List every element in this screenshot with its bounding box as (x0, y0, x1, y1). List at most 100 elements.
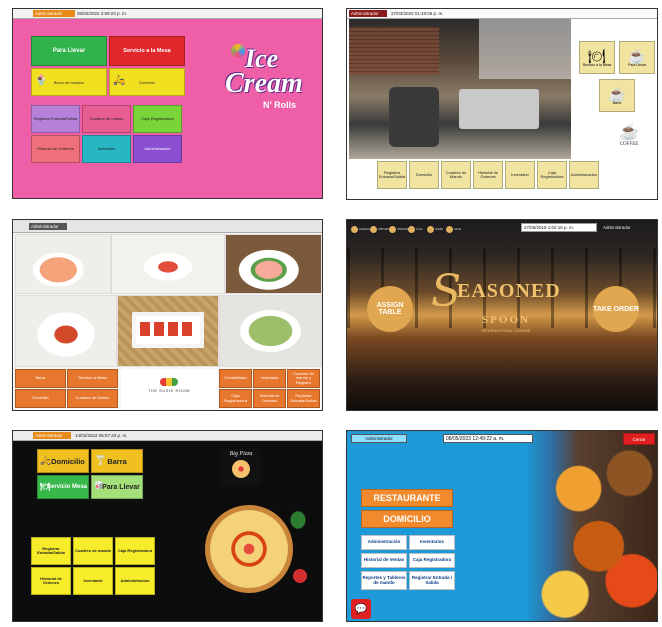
sushi-left-button-2[interactable]: Domicilio (15, 389, 66, 408)
servicio-mesa-button[interactable]: 🍽 Servicio Mesa (37, 475, 89, 499)
coffee-toolbar-button-1[interactable]: Domicilio (409, 161, 439, 189)
coffee-cup-icon: ☕ (628, 47, 646, 64)
cuadres-button[interactable]: Cuadres de mando (73, 537, 113, 565)
historial-button[interactable]: Historial de Ordenes (31, 567, 71, 595)
sushi-right-button-4[interactable]: Historial de Ordenes (253, 389, 286, 408)
registrar-button[interactable]: Registrar Entrada / Salida (409, 571, 455, 590)
seasoned-icon-button-5[interactable]: SALIR (446, 223, 464, 235)
coffee-toolbar-button-0[interactable]: Registrar Entrada/Salida (377, 161, 407, 189)
steaming-cup-icon: ☕ (619, 124, 639, 141)
seasoned-icon-button-1[interactable]: HISTORIAL (370, 223, 391, 235)
sushi-right-button-0[interactable]: Contabilidad (219, 369, 252, 388)
barra-label: Barra (612, 100, 622, 105)
historial-button[interactable]: Historial de Ventas (361, 553, 407, 568)
sushi-right-button-1[interactable]: Inventario (253, 369, 286, 388)
inventarios-button[interactable]: Inventario (73, 567, 113, 595)
administracion-button[interactable]: Administración (115, 567, 155, 595)
cuadres-button[interactable]: Cuadres de mando (82, 105, 131, 133)
admin-tag[interactable]: Administrador (351, 434, 407, 443)
sushi-photo-6 (219, 295, 322, 367)
coffee-toolbar-button-4[interactable]: Inventario (505, 161, 535, 189)
sushi-left-button-1[interactable]: Servicio a Mesa (67, 369, 118, 388)
sushi-right-button-3[interactable]: Caja Registradora (219, 389, 252, 408)
coffee-toolbar-button-5[interactable]: Caja Registradora (537, 161, 567, 189)
administracion-button[interactable]: Administración (361, 535, 407, 550)
para-llevar-button[interactable]: Para Llevar (31, 36, 107, 66)
reportes-button[interactable]: Reportes y Tableros de mando (361, 571, 407, 590)
datetime: 27/03/2020 01:48:06 p. m. (391, 11, 444, 16)
sushi-right-button-2[interactable]: Cuadres de mando y Registro (287, 369, 320, 388)
domicilio-button[interactable]: 🛵 Domicilio (37, 449, 89, 473)
administracion-button[interactable]: Administración (133, 135, 182, 163)
para-llevar-button[interactable]: 🥡 Para Llevar (91, 475, 143, 499)
admin-tag[interactable]: Administrador (33, 432, 71, 439)
panel-coffee: Administrador 27/03/2020 01:48:06 p. m. … (346, 8, 658, 200)
sushi-right-button-5[interactable]: Registrar Entrada/Salida (287, 389, 320, 408)
waiter-icon: 🍽 (40, 482, 51, 491)
bar-icon: 🍸 (95, 455, 107, 465)
admin-tag[interactable]: Administrador (601, 223, 641, 232)
restaurante-button[interactable]: RESTAURANTE (361, 489, 453, 507)
delivery-icon: 🛵 (113, 75, 126, 86)
top-icon-bar: AGENDA HISTORIAL INVENTARIO CAJA ADMIN SALIR (351, 223, 471, 237)
admin-tag[interactable]: Administrador (29, 223, 67, 230)
sushi-left-button-3[interactable]: Cuadres de Mando (67, 389, 118, 408)
para-llevar-button[interactable]: ☕ Para Llevar (619, 41, 655, 74)
barra-button[interactable]: 🍨 Barra de helados (31, 68, 107, 96)
circle-icon (389, 225, 396, 233)
coffee-toolbar-button-3[interactable]: Historial de Ordenes (473, 161, 503, 189)
sushi-photo-1 (15, 234, 111, 294)
datetime: 08/05/2023 12:49:22 a. m. (443, 434, 533, 443)
icon-label: ADMIN (435, 227, 444, 231)
take-order-button[interactable]: TAKE ORDER (593, 286, 639, 332)
sprinkles-icon (231, 44, 245, 58)
admin-tag[interactable]: Administrador (349, 10, 387, 17)
bottom-buttons-right: Contabilidad Inventario Cuadres de mando y… (219, 369, 322, 409)
datetime: 27/03/2019 1:02:16 p. m. (521, 223, 597, 232)
circle-icon (370, 225, 377, 233)
basil-decoration (285, 505, 311, 535)
inventarios-button[interactable]: Inventarios (409, 535, 455, 550)
seasoned-icon-button-0[interactable]: AGENDA (351, 223, 370, 235)
registrar-button[interactable]: Registrar Entrada/Salida (31, 105, 80, 133)
tomato-decoration (293, 569, 307, 583)
inventario-button[interactable]: Inventario (82, 135, 131, 163)
circle-icon (408, 225, 415, 233)
caja-button[interactable]: Caja Registradora (115, 537, 155, 565)
historial-button[interactable]: Historial de Ordenes (31, 135, 80, 163)
logo-main: EASONED (457, 280, 561, 302)
chat-icon[interactable]: 💬 (351, 599, 371, 619)
seasoned-icon-button-4[interactable]: ADMIN (427, 223, 445, 235)
servicio-mesa-button[interactable]: Servicio a la Mesa (109, 36, 185, 66)
icon-label: AGENDA (359, 227, 370, 231)
caja-button[interactable]: Caja Registradora (133, 105, 182, 133)
caja-button[interactable]: Caja Registradora (409, 553, 455, 568)
registrar-button[interactable]: Registrar Entrada/Salida (31, 537, 71, 565)
sushi-photo-5 (117, 295, 219, 367)
servicio-mesa-button[interactable]: 🍽 Servicio a la Mesa (579, 41, 615, 74)
circle-icon (446, 225, 453, 233)
panel-seasoned-spoon: AGENDA HISTORIAL INVENTARIO CAJA ADMIN SALIR … (346, 219, 658, 411)
seasoned-icon-button-2[interactable]: INVENTARIO (389, 223, 412, 235)
seasoned-icon-button-3[interactable]: CAJA (408, 223, 426, 235)
coffee-toolbar-button-2[interactable]: Cuadres de Mando (441, 161, 471, 189)
assign-table-button[interactable]: ASSIGN TABLE (367, 286, 413, 332)
cerrar-button[interactable]: Cerrar (623, 433, 655, 445)
takeaway-icon: 🥡 (94, 481, 104, 490)
domicilio-button[interactable]: DOMICILIO (361, 510, 453, 528)
delivery-icon: 🛵 (40, 455, 52, 465)
barra-label: Barra (107, 456, 127, 466)
plate-icon: 🍽 (588, 47, 606, 64)
para-llevar-label: Para Llevar (102, 483, 140, 491)
circle-icon (427, 225, 434, 233)
datetime: 14/02/2022 05:57:43 p. m. (75, 433, 128, 438)
domicilio-button[interactable]: 🛵 Domicilio (109, 68, 185, 96)
sushi-logo-icon (160, 378, 178, 386)
barra-button[interactable]: ☕ Barra (599, 79, 635, 112)
barra-button[interactable]: 🍸 Barra (91, 449, 143, 473)
coffee-toolbar-button-6[interactable]: Administración (569, 161, 599, 189)
admin-tag[interactable]: Administrador (33, 10, 75, 17)
sushi-left-button-0[interactable]: Barra (15, 369, 66, 388)
coffee-logo-text: COFFEE (619, 142, 639, 147)
panel-sushi: Administrador Barra Servicio a Mesa Domici… (12, 219, 323, 411)
